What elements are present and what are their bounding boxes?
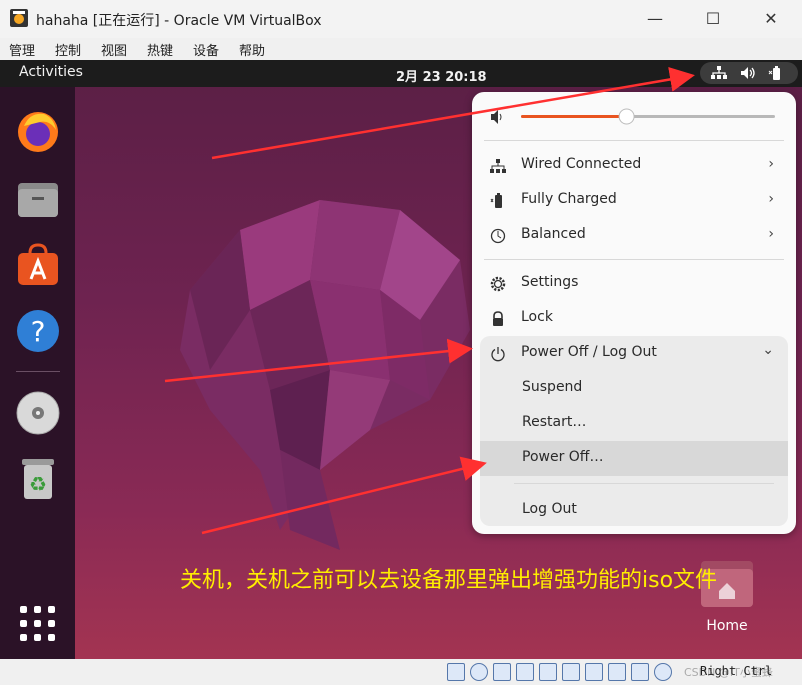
audio-icon[interactable] xyxy=(493,663,511,681)
video-capture-icon[interactable] xyxy=(608,663,626,681)
display-icon[interactable] xyxy=(585,663,603,681)
arrow-to-power-off xyxy=(201,456,487,535)
optical-drive-icon[interactable] xyxy=(470,663,488,681)
virtualization-icon[interactable] xyxy=(631,663,649,681)
mouse-integration-icon[interactable] xyxy=(654,663,672,681)
arrow-to-tray xyxy=(211,67,695,160)
annotation-arrows xyxy=(164,67,695,535)
shared-folders-icon[interactable] xyxy=(562,663,580,681)
host-key-label: Right Ctrl xyxy=(700,664,773,678)
statusbar: CSDN @IT小蜜蜂 Right Ctrl xyxy=(0,659,802,685)
usb-icon[interactable] xyxy=(539,663,557,681)
network-adapter-icon[interactable] xyxy=(516,663,534,681)
hard-disk-icon[interactable] xyxy=(447,663,465,681)
arrow-to-power-menu xyxy=(164,338,473,383)
